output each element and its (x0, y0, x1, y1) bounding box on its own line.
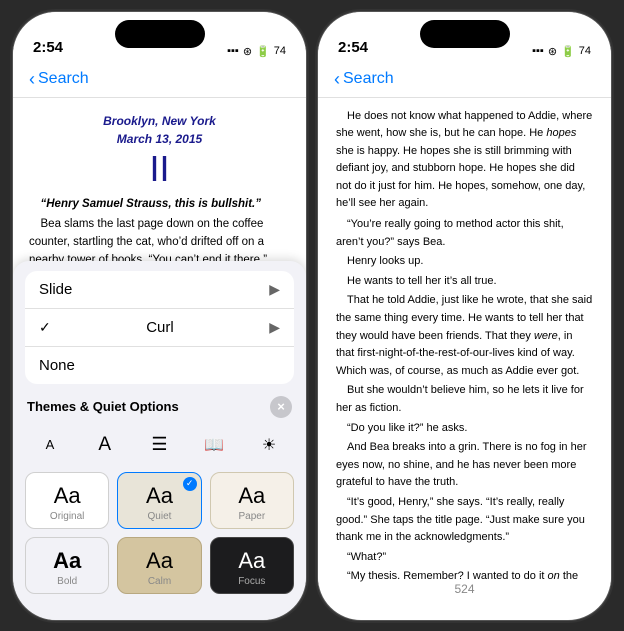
right-para-9: “What?” (336, 549, 593, 567)
bookmark-button[interactable]: 📖 (197, 428, 231, 462)
book-chapter: II (29, 149, 290, 189)
right-battery-icon: 🔋 (561, 45, 575, 58)
right-status-icons: ▪▪▪ ⊛ 🔋 74 (532, 45, 591, 58)
brightness-button[interactable]: ☀ (252, 428, 286, 462)
battery-icon: 🔋 (256, 45, 270, 58)
theme-bold-label: Bold (57, 576, 77, 587)
left-back-chevron: ‹ (29, 69, 35, 90)
theme-bold[interactable]: Aa Bold (25, 537, 109, 594)
book-location: Brooklyn, New York March 13, 2015 (29, 112, 290, 149)
theme-quiet-label: Quiet (148, 511, 172, 522)
theme-quiet-selected (183, 477, 197, 491)
right-top-nav: ‹ Search (318, 62, 611, 98)
right-back-label: Search (343, 70, 394, 88)
right-para-4: That he told Addie, just like he wrote, … (336, 292, 593, 380)
transition-options: Slide ▶ ✓ Curl ▶ None (25, 271, 294, 384)
theme-original-label: Original (50, 511, 84, 522)
page-number: 524 (454, 582, 474, 596)
right-book-content: He does not know what happened to Addie,… (318, 98, 611, 586)
right-para-7: And Bea breaks into a grin. There is no … (336, 439, 593, 492)
phones-container: 2:54 ▪▪▪ ⊛ 🔋 74 ‹ Search Brooklyn, New Y… (0, 0, 624, 631)
left-top-nav: ‹ Search (13, 62, 306, 98)
right-para-8: “It’s good, Henry,” she says. “It’s real… (336, 494, 593, 547)
theme-original-text: Aa (54, 483, 81, 509)
left-back-label: Search (38, 70, 89, 88)
theme-quiet[interactable]: Aa Quiet (117, 472, 201, 529)
theme-paper[interactable]: Aa Paper (210, 472, 294, 529)
dynamic-island (115, 20, 205, 48)
bookmark-icon: 📖 (204, 435, 224, 455)
left-back-button[interactable]: ‹ Search (29, 69, 89, 90)
themes-grid: Aa Original Aa Quiet Aa Paper Aa Bold (13, 468, 306, 600)
left-status-icons: ▪▪▪ ⊛ 🔋 74 (227, 45, 286, 58)
slide-icon-curl: ▶ (269, 319, 280, 336)
slide-label-none: None (39, 357, 75, 374)
right-para-6: “Do you like it?” he asks. (336, 420, 593, 438)
theme-calm[interactable]: Aa Calm (117, 537, 201, 594)
right-dynamic-island (420, 20, 510, 48)
book-heading: Brooklyn, New York March 13, 2015 II (29, 112, 290, 189)
theme-original[interactable]: Aa Original (25, 472, 109, 529)
font-small-label: A (46, 437, 55, 452)
bottom-panel: Slide ▶ ✓ Curl ▶ None Themes & Quiet Opt… (13, 261, 306, 620)
curl-checkmark: ✓ (39, 319, 51, 336)
battery-level: 74 (274, 45, 286, 57)
font-small-button[interactable]: A (33, 428, 67, 462)
theme-focus[interactable]: Aa Focus (210, 537, 294, 594)
font-large-label: A (98, 434, 111, 456)
theme-focus-label: Focus (238, 576, 265, 587)
slide-icon-slide: ▶ (269, 281, 280, 298)
theme-calm-text: Aa (146, 548, 173, 574)
right-para-3: He wants to tell her it’s all true. (336, 273, 593, 291)
theme-quiet-text: Aa (146, 483, 173, 509)
right-back-button[interactable]: ‹ Search (334, 69, 394, 90)
slide-label-curl: Curl (146, 319, 174, 336)
right-status-bar: 2:54 ▪▪▪ ⊛ 🔋 74 (318, 12, 611, 62)
wifi-icon: ⊛ (243, 45, 252, 58)
font-large-button[interactable]: A (88, 428, 122, 462)
right-signal-icon: ▪▪▪ (532, 45, 544, 57)
right-back-chevron: ‹ (334, 69, 340, 90)
left-phone: 2:54 ▪▪▪ ⊛ 🔋 74 ‹ Search Brooklyn, New Y… (12, 11, 307, 621)
format-icon: ☰ (151, 434, 167, 455)
theme-focus-text: Aa (238, 548, 265, 574)
slide-option-none[interactable]: None (25, 347, 294, 384)
format-button[interactable]: ☰ (143, 428, 177, 462)
themes-header: Themes & Quiet Options × (13, 390, 306, 422)
theme-bold-text: Aa (53, 548, 81, 574)
theme-calm-label: Calm (148, 576, 171, 587)
slide-option-slide[interactable]: Slide ▶ (25, 271, 294, 309)
signal-icon: ▪▪▪ (227, 45, 239, 57)
right-battery-level: 74 (579, 45, 591, 57)
theme-paper-text: Aa (238, 483, 265, 509)
theme-paper-label: Paper (238, 511, 265, 522)
right-wifi-icon: ⊛ (548, 45, 557, 58)
slide-option-curl[interactable]: ✓ Curl ▶ (25, 309, 294, 347)
left-status-bar: 2:54 ▪▪▪ ⊛ 🔋 74 (13, 12, 306, 62)
toolbar-row: A A ☰ 📖 ☀ (13, 422, 306, 468)
right-para-2: Henry looks up. (336, 253, 593, 271)
brightness-icon: ☀ (262, 435, 276, 455)
themes-title: Themes & Quiet Options (27, 399, 179, 414)
left-time: 2:54 (33, 39, 63, 58)
right-para-1: “You’re really going to method actor thi… (336, 216, 593, 251)
right-para-0: He does not know what happened to Addie,… (336, 108, 593, 214)
right-phone: 2:54 ▪▪▪ ⊛ 🔋 74 ‹ Search He does not kno… (317, 11, 612, 621)
close-button[interactable]: × (270, 396, 292, 418)
slide-label-slide: Slide (39, 281, 72, 298)
right-time: 2:54 (338, 39, 368, 58)
book-para-0: “Henry Samuel Strauss, this is bullshit.… (29, 196, 290, 214)
right-para-5: But she wouldn’t believe him, so he lets… (336, 382, 593, 417)
